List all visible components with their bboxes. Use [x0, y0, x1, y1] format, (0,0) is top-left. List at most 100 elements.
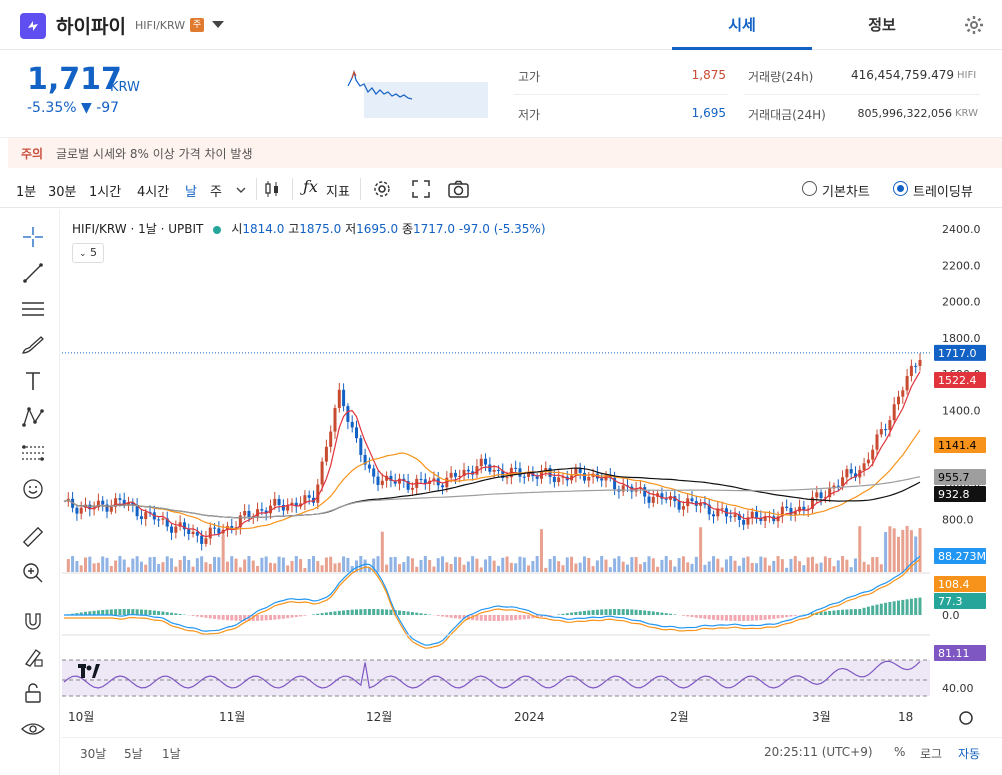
emoji-icon[interactable]	[20, 476, 46, 502]
last-price-badge: 1717.0	[938, 347, 977, 360]
interval-1h[interactable]: 1시간	[89, 181, 121, 200]
volume-bar	[342, 556, 346, 572]
interval-4h[interactable]: 4시간	[137, 181, 169, 200]
macd-histogram-bar	[621, 609, 625, 615]
interval-dropdown-icon[interactable]	[236, 183, 246, 198]
macd-histogram-bar	[892, 601, 896, 615]
toolbar-separator	[292, 178, 293, 200]
volume-bar	[441, 556, 445, 572]
view-trading-label[interactable]: 트레이딩뷰	[913, 181, 973, 200]
volume-bar	[217, 557, 221, 572]
macd-histogram-bar	[109, 609, 113, 615]
macd-histogram-bar	[376, 609, 380, 615]
legend-high: 1875.0	[299, 222, 342, 236]
chart-settings-gear-icon[interactable]	[372, 179, 392, 203]
magnet-icon[interactable]	[20, 608, 46, 634]
candle-type-icon[interactable]	[264, 179, 280, 203]
ruler-icon[interactable]	[20, 524, 46, 550]
interval-30m[interactable]: 30분	[48, 181, 77, 200]
volume-bar	[535, 556, 539, 572]
pattern-tool-icon[interactable]	[20, 404, 46, 430]
zoom-in-icon[interactable]	[20, 560, 46, 586]
range-1d[interactable]: 1날	[162, 745, 181, 762]
indicator-button[interactable]: 지표	[326, 181, 350, 200]
volume-bar	[823, 556, 827, 572]
range-5d[interactable]: 5날	[124, 745, 143, 762]
macd-histogram-bar	[161, 611, 165, 615]
percent-toggle[interactable]: %	[894, 745, 905, 759]
macd-histogram-bar	[905, 599, 909, 615]
volume-bar	[122, 559, 126, 572]
crosshair-icon[interactable]	[20, 224, 46, 250]
interval-day[interactable]: 날	[185, 181, 197, 200]
lock-drawings-icon[interactable]	[20, 644, 46, 670]
candle-body	[729, 516, 733, 518]
tab-price[interactable]: 시세	[672, 0, 812, 50]
text-tool-icon[interactable]	[20, 368, 46, 394]
volume-bar	[303, 567, 307, 572]
volume-bar	[901, 529, 905, 572]
stat-divider	[744, 94, 980, 95]
auto-toggle[interactable]: 자동	[958, 745, 980, 762]
view-basic-label[interactable]: 기본차트	[822, 181, 870, 200]
candle-body	[866, 459, 870, 464]
coin-dropdown-icon[interactable]	[212, 21, 224, 28]
lock-icon[interactable]	[20, 680, 46, 706]
volume-bar	[225, 561, 229, 572]
interval-week[interactable]: 주	[210, 181, 222, 200]
volume-bar	[393, 556, 397, 572]
interval-1m[interactable]: 1분	[16, 181, 36, 200]
macd-histogram-bar	[496, 615, 500, 621]
ma-toggle-label: 5	[90, 246, 98, 259]
clock-time[interactable]: 20:25:11 (UTC+9)	[764, 745, 873, 759]
horizontal-lines-icon[interactable]	[20, 296, 46, 322]
fib-tool-icon[interactable]	[20, 440, 46, 466]
indicator-fx-icon[interactable]: ƒx	[303, 177, 318, 196]
range-30d[interactable]: 30날	[80, 745, 106, 762]
macd-histogram-bar	[299, 615, 303, 617]
brush-icon[interactable]	[20, 332, 46, 358]
log-toggle[interactable]: 로그	[920, 745, 942, 762]
volume-bar	[101, 556, 105, 572]
volume-bar	[892, 528, 896, 572]
fullscreen-icon[interactable]	[412, 180, 430, 202]
camera-icon[interactable]	[448, 180, 469, 202]
rsi-badge: 81.11	[938, 647, 970, 660]
time-axis-label: 3월	[812, 710, 831, 724]
macd-histogram-bar	[509, 615, 513, 621]
macd-histogram-bar	[836, 610, 840, 615]
rsi-band	[62, 660, 930, 696]
notice-tag: 주의	[21, 147, 44, 161]
macd-histogram-bar	[724, 615, 728, 621]
volume-bar	[539, 529, 543, 572]
candle-body	[871, 449, 875, 460]
candle-body	[144, 512, 148, 519]
tab-info[interactable]: 정보	[812, 0, 952, 50]
visibility-eye-icon[interactable]	[20, 716, 46, 742]
ma-toggle-button[interactable]: ⌄ 5	[72, 243, 104, 263]
settings-gear-icon[interactable]	[964, 15, 984, 39]
candle-body	[875, 434, 879, 450]
view-basic-radio[interactable]	[802, 181, 817, 196]
macd-histogram-bar	[832, 610, 836, 615]
volume-bar	[436, 558, 440, 572]
macd-histogram-bar	[669, 613, 673, 615]
price-chart[interactable]: 2400.02200.02000.01800.01600.01400.01200…	[62, 210, 1002, 775]
candle-body	[208, 527, 212, 539]
macd-histogram-bar	[828, 610, 832, 615]
macd-histogram-bar	[625, 609, 629, 615]
volume-bar	[793, 556, 797, 572]
volume-bar	[625, 564, 629, 572]
volume-bar	[832, 566, 836, 572]
axis-settings-gear-icon[interactable]	[959, 711, 973, 725]
macd-histogram-bar	[178, 613, 182, 615]
current-price: 1,717	[27, 62, 122, 97]
volume-bar	[733, 560, 737, 572]
volume-bar	[148, 557, 152, 572]
view-trading-radio[interactable]	[893, 181, 908, 196]
trend-line-icon[interactable]	[20, 260, 46, 286]
volume-bar	[423, 556, 427, 572]
rsi-tick: 40.00	[942, 682, 974, 695]
macd-histogram-bar	[703, 615, 707, 619]
macd-histogram-bar	[230, 615, 234, 621]
